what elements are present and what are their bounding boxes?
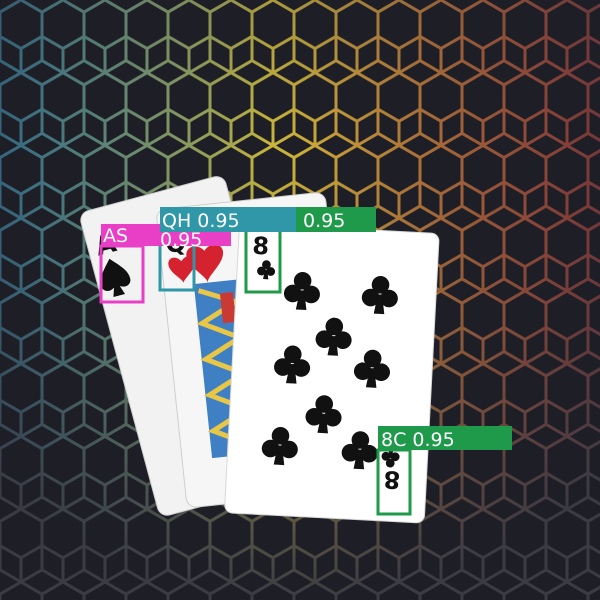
label-as-text: AS — [103, 225, 128, 247]
label-as-occluded-conf: 0.95 — [160, 229, 202, 251]
label-qh: QH 0.95 — [160, 207, 296, 232]
label-qh-text: QH 0.95 — [162, 210, 240, 232]
card-rank: 8 — [383, 465, 401, 494]
scene-svg: A Q 8 8 — [0, 0, 600, 600]
label-8c-top-text: 0.95 — [303, 210, 345, 232]
card-rank: 8 — [252, 232, 270, 261]
label-8c-bottom: 8C 0.95 — [378, 426, 512, 451]
label-8c-bottom-text: 8C 0.95 — [381, 429, 455, 451]
detection-scene: A Q 8 8 — [0, 0, 600, 600]
card-eight-of-clubs: 8 8 — [224, 222, 440, 524]
